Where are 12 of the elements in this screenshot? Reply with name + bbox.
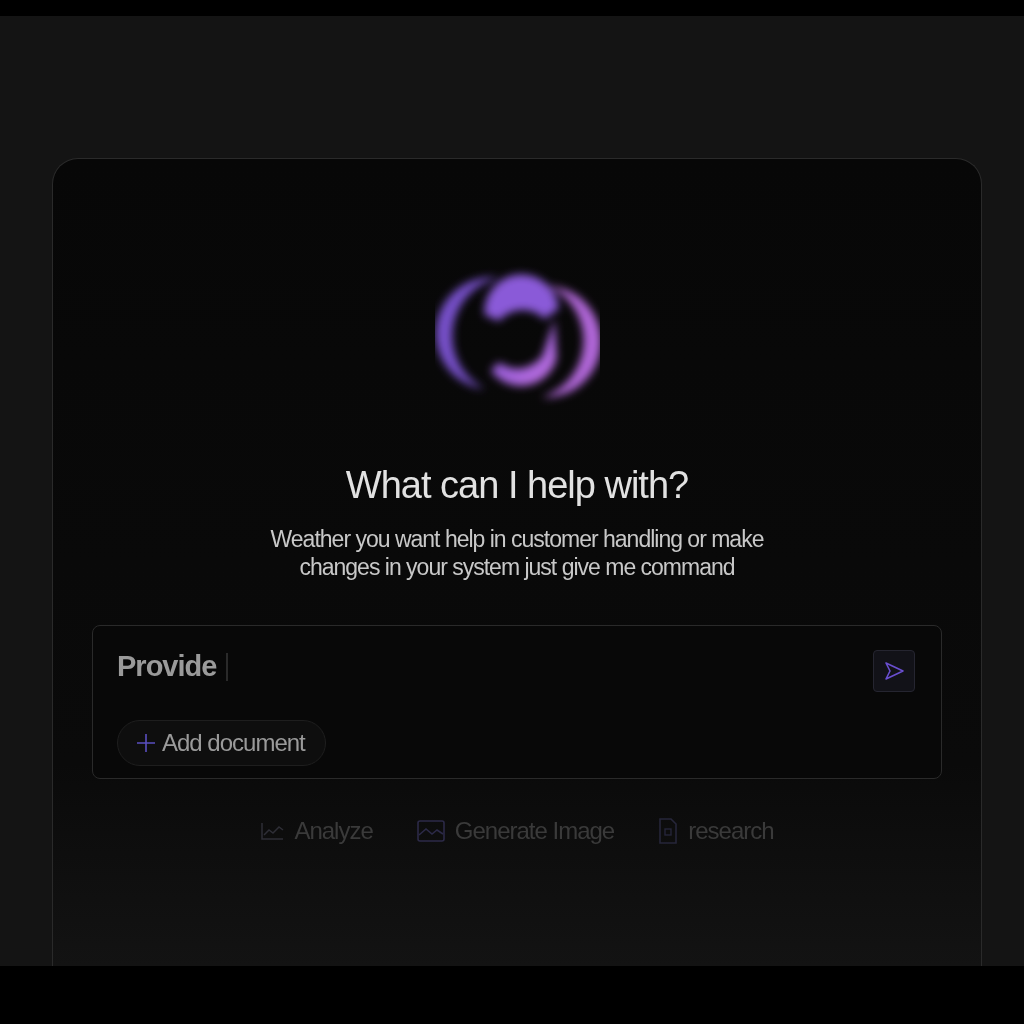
plus-icon (136, 733, 156, 753)
add-document-button[interactable]: Add document (117, 720, 326, 766)
document-icon (658, 818, 679, 844)
send-icon (882, 659, 906, 683)
send-button[interactable] (873, 650, 915, 692)
subtitle-line: Weather you want help in customer handling or make (270, 525, 764, 553)
text-caret (226, 652, 229, 681)
image-icon (416, 820, 445, 842)
prompt-field[interactable]: Provide (117, 650, 229, 683)
heading: What can I help with? (345, 464, 689, 507)
line-chart-icon (260, 821, 285, 841)
subtitle-line: changes in your system just give me command (298, 553, 736, 581)
